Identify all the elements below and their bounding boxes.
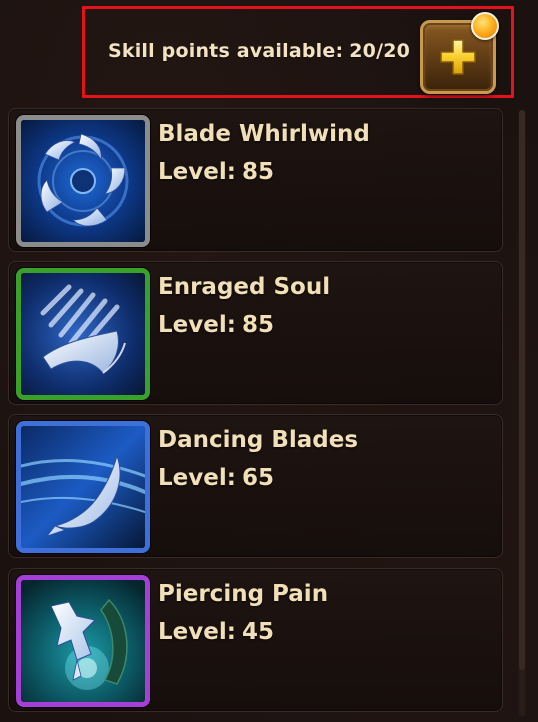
skill-card-piercing-pain[interactable]: Piercing Pain Level: 45 bbox=[8, 568, 503, 712]
skill-card-blade-whirlwind[interactable]: Blade Whirlwind Level: 85 bbox=[8, 108, 503, 252]
skill-level: Level: 45 bbox=[158, 619, 274, 645]
skill-points-label: Skill points available: bbox=[108, 40, 344, 62]
scrollbar[interactable] bbox=[518, 110, 526, 718]
skill-level-value: 85 bbox=[241, 312, 274, 338]
skill-icon-frame[interactable] bbox=[16, 268, 150, 400]
skill-points-value: 20/20 bbox=[349, 40, 411, 62]
notification-dot-icon bbox=[471, 12, 499, 40]
skill-name: Piercing Pain bbox=[158, 581, 329, 607]
scrollbar-thumb[interactable] bbox=[519, 110, 525, 670]
skill-level-value: 85 bbox=[241, 159, 274, 185]
skill-level: Level: 85 bbox=[158, 159, 274, 185]
skill-level-label: Level: bbox=[158, 159, 236, 185]
skill-card-dancing-blades[interactable]: Dancing Blades Level: 65 bbox=[8, 414, 503, 558]
skill-level-label: Level: bbox=[158, 619, 236, 645]
skill-icon-frame[interactable] bbox=[16, 421, 150, 553]
skill-icon-frame[interactable] bbox=[16, 115, 150, 247]
plus-icon bbox=[440, 39, 476, 75]
skill-level: Level: 85 bbox=[158, 312, 274, 338]
skill-name: Enraged Soul bbox=[158, 274, 331, 300]
skill-points-available: Skill points available: 20/20 bbox=[108, 40, 410, 62]
blade-whirlwind-icon bbox=[21, 120, 145, 242]
skill-level-label: Level: bbox=[158, 465, 236, 491]
skill-level-label: Level: bbox=[158, 312, 236, 338]
skill-name: Dancing Blades bbox=[158, 427, 359, 453]
skill-level-value: 45 bbox=[241, 619, 274, 645]
skill-icon-frame[interactable] bbox=[16, 575, 150, 707]
skill-card-enraged-soul[interactable]: Enraged Soul Level: 85 bbox=[8, 261, 503, 405]
enraged-soul-icon bbox=[21, 273, 145, 395]
dancing-blades-icon bbox=[21, 426, 145, 548]
skill-level: Level: 65 bbox=[158, 465, 274, 491]
skill-level-value: 65 bbox=[241, 465, 274, 491]
piercing-pain-icon bbox=[21, 580, 145, 702]
skill-name: Blade Whirlwind bbox=[158, 121, 370, 147]
